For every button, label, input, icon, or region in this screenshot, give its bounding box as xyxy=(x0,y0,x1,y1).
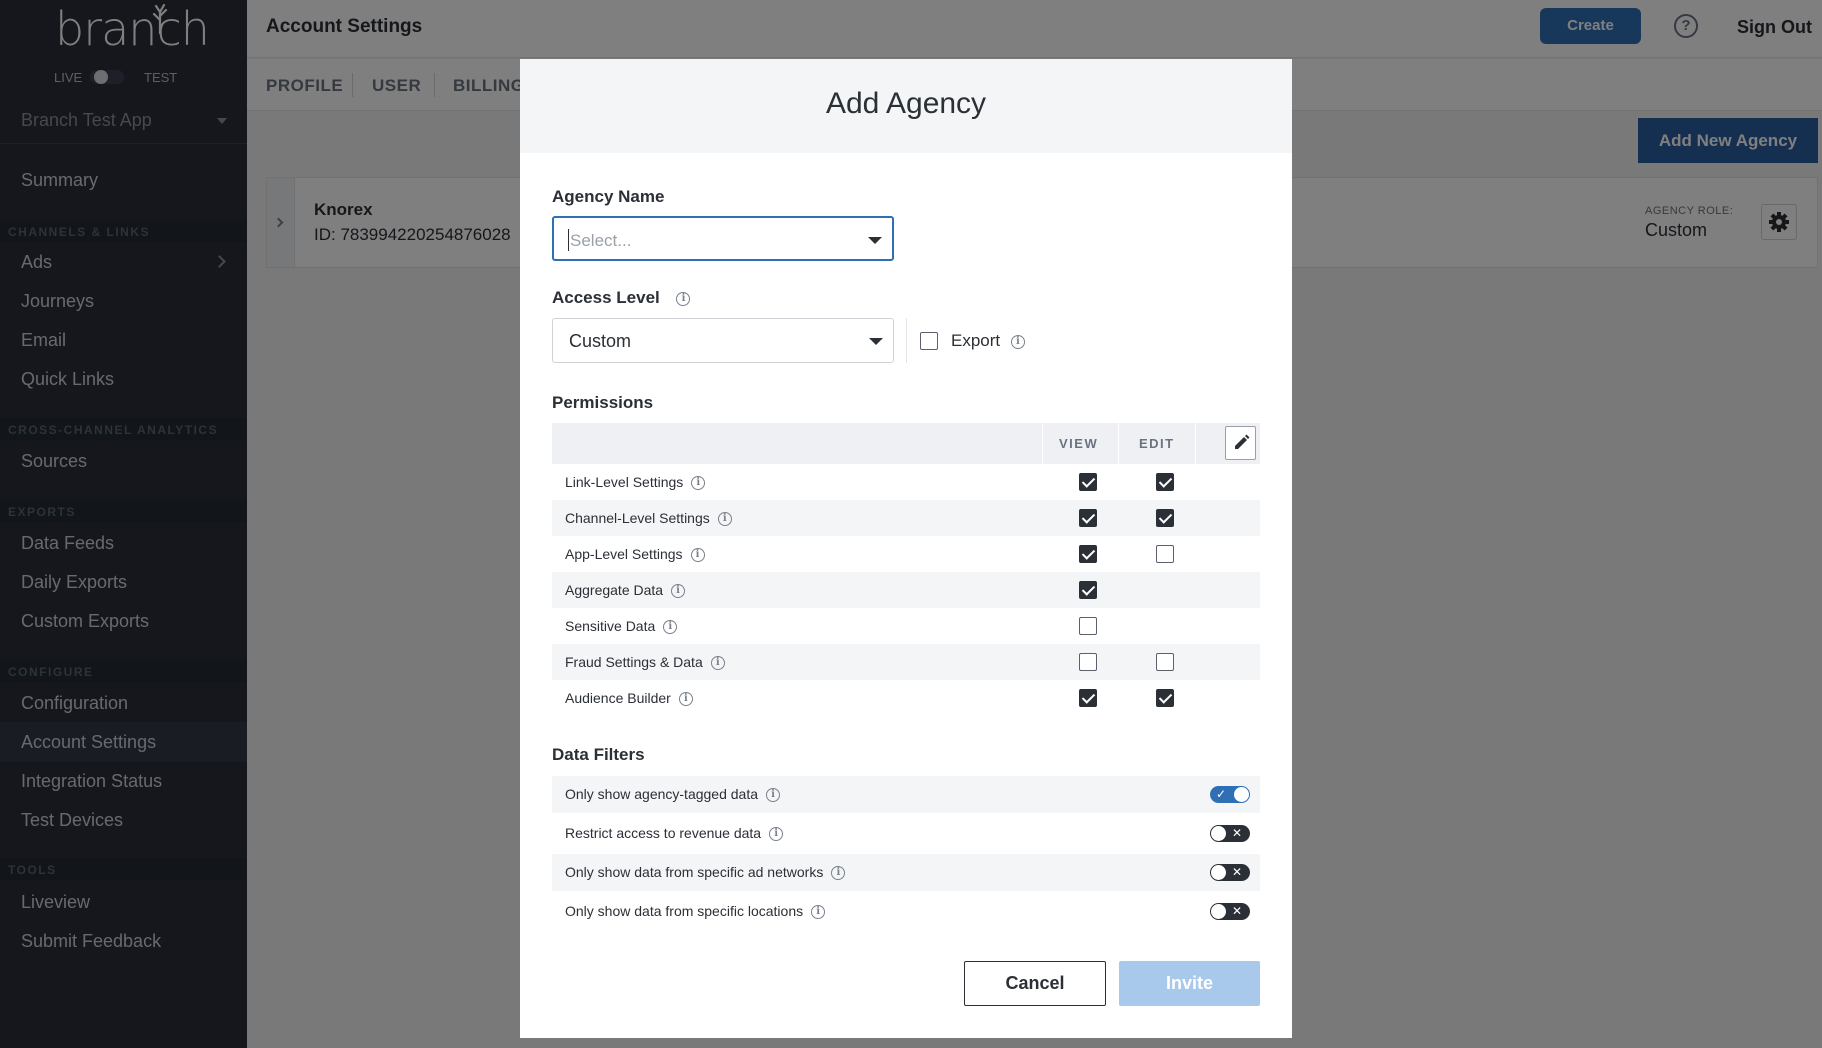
edit-permission-checkbox[interactable] xyxy=(1156,545,1174,563)
edit-permission-checkbox[interactable] xyxy=(1156,473,1174,491)
data-filter-name: Only show agency-tagged data i xyxy=(565,786,781,803)
data-filter-name: Only show data from specific locations i xyxy=(565,903,826,920)
permission-name: Audience Builder i xyxy=(565,690,693,707)
data-filter-toggle[interactable]: ✕ xyxy=(1210,825,1250,842)
info-icon[interactable]: i xyxy=(811,905,826,920)
info-icon[interactable]: i xyxy=(691,476,706,491)
info-icon[interactable]: i xyxy=(717,512,732,527)
permission-row: Link-Level Settings i xyxy=(552,464,1260,500)
x-icon: ✕ xyxy=(1232,904,1243,918)
view-permission-checkbox[interactable] xyxy=(1079,509,1097,527)
toggle-knob xyxy=(1211,904,1226,919)
permission-name: Fraud Settings & Data i xyxy=(565,654,725,671)
view-permission-checkbox[interactable] xyxy=(1079,617,1097,635)
permission-name: App-Level Settings i xyxy=(565,546,705,563)
data-filter-label: Only show agency-tagged data xyxy=(565,786,759,802)
access-level-label: Access Level i xyxy=(552,288,691,308)
add-agency-modal: Add Agency Agency Name Select... Access … xyxy=(520,59,1292,1038)
permission-row: Aggregate Data i xyxy=(552,572,1260,608)
permissions-label: Permissions xyxy=(552,393,654,412)
access-level-select[interactable]: Custom xyxy=(552,318,894,363)
info-icon[interactable]: i xyxy=(769,827,784,842)
view-permission-checkbox[interactable] xyxy=(1079,545,1097,563)
info-icon[interactable]: i xyxy=(678,692,693,707)
data-filter-toggle[interactable]: ✕ xyxy=(1210,864,1250,881)
export-checkbox[interactable] xyxy=(920,332,938,350)
view-permission-checkbox[interactable] xyxy=(1079,653,1097,671)
x-icon: ✕ xyxy=(1232,826,1243,840)
agency-name-placeholder: Select... xyxy=(570,231,632,250)
data-filter-name: Restrict access to revenue data i xyxy=(565,825,784,842)
edit-permission-checkbox[interactable] xyxy=(1156,509,1174,527)
permission-row: Fraud Settings & Data i xyxy=(552,644,1260,680)
permission-label: Fraud Settings & Data xyxy=(565,654,703,670)
info-icon[interactable]: i xyxy=(710,656,725,671)
data-filter-label: Only show data from specific locations xyxy=(565,903,804,919)
permission-label: Aggregate Data xyxy=(565,582,664,598)
data-filter-toggle[interactable]: ✓ xyxy=(1210,786,1250,803)
cancel-button[interactable]: Cancel xyxy=(964,961,1106,1006)
info-icon[interactable]: i xyxy=(1010,334,1025,349)
permission-row: Sensitive Data i xyxy=(552,608,1260,644)
invite-button[interactable]: Invite xyxy=(1119,961,1260,1006)
data-filter-label: Only show data from specific ad networks xyxy=(565,864,824,880)
data-filter-toggle[interactable]: ✕ xyxy=(1210,903,1250,920)
info-icon[interactable]: i xyxy=(676,291,691,306)
edit-column-header: EDIT xyxy=(1139,436,1175,451)
column-divider xyxy=(1042,423,1043,464)
access-level-value: Custom xyxy=(569,331,632,351)
permission-label: Link-Level Settings xyxy=(565,474,684,490)
permission-label: Channel-Level Settings xyxy=(565,510,710,526)
permissions-header: VIEW EDIT xyxy=(552,423,1260,464)
permission-row: Channel-Level Settings i xyxy=(552,500,1260,536)
agency-name-select[interactable]: Select... xyxy=(552,216,894,261)
info-icon[interactable]: i xyxy=(766,788,781,803)
edit-permission-checkbox[interactable] xyxy=(1156,653,1174,671)
permission-row: Audience Builder i xyxy=(552,680,1260,716)
permission-name: Aggregate Data i xyxy=(565,582,686,599)
check-icon: ✓ xyxy=(1216,787,1227,801)
data-filter-row: Only show agency-tagged data i ✓ xyxy=(552,776,1260,813)
data-filter-label: Restrict access to revenue data xyxy=(565,825,762,841)
x-icon: ✕ xyxy=(1232,865,1243,879)
permission-label: App-Level Settings xyxy=(565,546,683,562)
chevron-down-icon xyxy=(868,237,882,244)
export-label-text: Export xyxy=(951,331,1001,350)
permission-row: App-Level Settings i xyxy=(552,536,1260,572)
view-permission-checkbox[interactable] xyxy=(1079,581,1097,599)
data-filter-row: Only show data from specific ad networks… xyxy=(552,854,1260,891)
permission-label: Audience Builder xyxy=(565,690,671,706)
text-cursor xyxy=(568,229,569,251)
permission-name: Sensitive Data i xyxy=(565,618,678,635)
access-level-label-text: Access Level xyxy=(552,288,660,307)
divider xyxy=(906,318,907,363)
view-permission-checkbox[interactable] xyxy=(1079,689,1097,707)
permission-name: Link-Level Settings i xyxy=(565,474,706,491)
info-icon[interactable]: i xyxy=(831,866,846,881)
edit-permission-checkbox[interactable] xyxy=(1156,689,1174,707)
info-icon[interactable]: i xyxy=(690,548,705,563)
modal-title: Add Agency xyxy=(825,87,987,120)
agency-name-label: Agency Name xyxy=(552,187,665,206)
toggle-knob xyxy=(1234,787,1249,802)
view-permission-checkbox[interactable] xyxy=(1079,473,1097,491)
view-column-header: VIEW xyxy=(1059,436,1099,451)
info-icon[interactable]: i xyxy=(663,620,678,635)
column-divider xyxy=(1195,423,1196,464)
data-filter-row: Restrict access to revenue data i ✕ xyxy=(552,815,1260,852)
chevron-down-icon xyxy=(869,338,883,345)
modal-header: Add Agency xyxy=(520,59,1292,153)
edit-permissions-button[interactable] xyxy=(1225,426,1256,460)
pencil-icon xyxy=(1235,434,1250,449)
toggle-knob xyxy=(1211,865,1226,880)
info-icon[interactable]: i xyxy=(671,584,686,599)
column-divider xyxy=(1118,423,1119,464)
toggle-knob xyxy=(1211,826,1226,841)
data-filter-row: Only show data from specific locations i ✕ xyxy=(552,893,1260,930)
data-filters-label: Data Filters xyxy=(552,745,645,764)
permission-name: Channel-Level Settings i xyxy=(565,510,732,527)
data-filter-name: Only show data from specific ad networks… xyxy=(565,864,846,881)
export-label: Export i xyxy=(951,331,1025,351)
permission-label: Sensitive Data xyxy=(565,618,656,634)
